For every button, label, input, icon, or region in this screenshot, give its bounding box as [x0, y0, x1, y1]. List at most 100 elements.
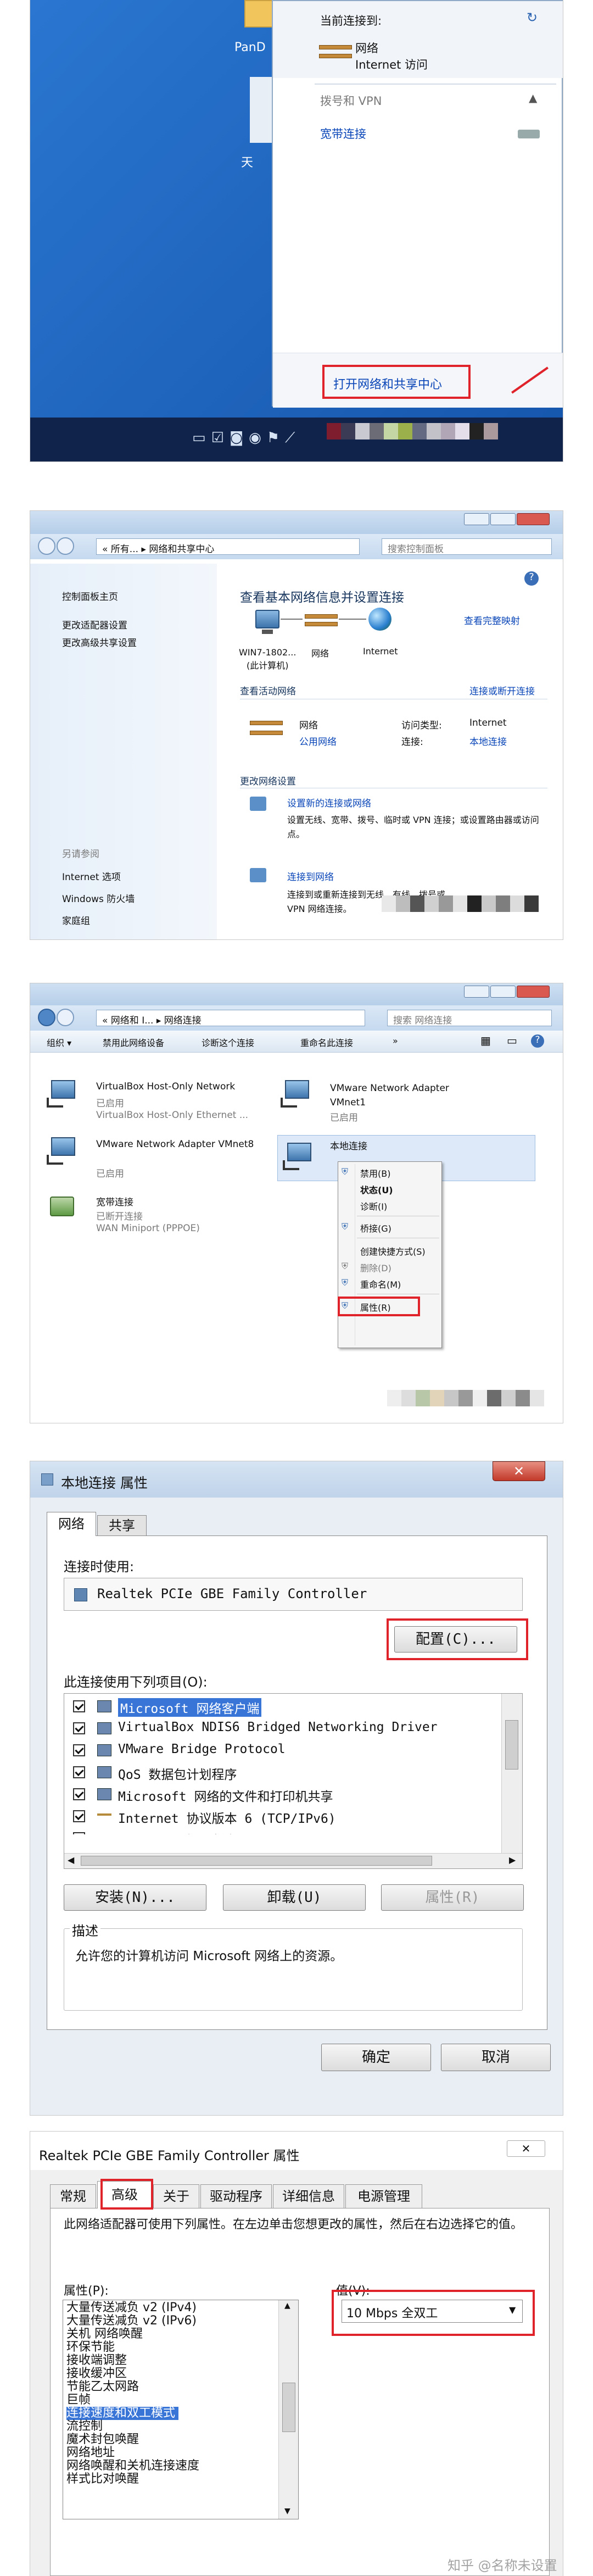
properties-button[interactable]: 属性(R) [381, 1884, 524, 1911]
toolbar: 组织 ▾ 禁用此网络设备 诊断这个连接 重命名此连接 » ▦ ▭ ? [30, 1031, 563, 1053]
menu-diagnose[interactable]: 诊断(I) [360, 1199, 387, 1212]
preview-icon[interactable]: ▭ [507, 1034, 517, 1047]
tab-about[interactable]: 关于 [153, 2184, 199, 2208]
pixelated-region [382, 895, 539, 912]
connect-disconnect[interactable]: 连接或断开连接 [469, 683, 535, 697]
toolbar-disable[interactable]: 禁用此网络设备 [103, 1036, 164, 1049]
toolbar-rename[interactable]: 重命名此连接 [300, 1036, 353, 1049]
list-item[interactable]: 巨帧 [66, 2394, 91, 2407]
menu-status[interactable]: 状态(U) [360, 1183, 393, 1196]
menu-shortcut[interactable]: 创建快捷方式(S) [360, 1244, 426, 1258]
toolbar-diagnose[interactable]: 诊断这个连接 [202, 1036, 254, 1049]
scroll-down-icon[interactable]: ▼ [284, 2507, 290, 2516]
tray-icons[interactable]: ▭☑◙◉⚑⟋ [192, 430, 300, 447]
toolbar-organize[interactable]: 组织 ▾ [47, 1036, 71, 1049]
scroll-up-icon[interactable]: ▲ [284, 2301, 290, 2310]
minimize-button[interactable] [464, 513, 489, 525]
adapter-name[interactable]: 宽带连接 [96, 1194, 133, 1208]
tab-sharing[interactable]: 共享 [97, 1515, 147, 1536]
broadband-connection[interactable]: 宽带连接 [320, 125, 366, 142]
list-item[interactable]: 环保节能 [66, 2341, 115, 2354]
view-full-map[interactable]: 查看完整映射 [464, 613, 520, 627]
search-box[interactable]: 搜索控制面板 [382, 538, 552, 555]
homegroup-link[interactable]: 家庭组 [62, 913, 90, 927]
maximize-button[interactable] [490, 986, 516, 998]
close-button[interactable]: ✕ [493, 1461, 545, 1481]
list-item[interactable]: 大量传送减负 v2 (IPv6) [66, 2314, 197, 2328]
vertical-scrollbar[interactable]: ▲ ▼ [278, 2300, 298, 2519]
list-item[interactable]: 网络唤醒和关机连接速度 [66, 2460, 199, 2473]
refresh-icon[interactable]: ↻ [527, 10, 538, 25]
horizontal-scrollbar[interactable]: ◀ ▶ [64, 1853, 522, 1868]
close-button[interactable]: ✕ [507, 2140, 545, 2157]
connect-network-link[interactable]: 连接到网络 [287, 869, 334, 883]
search-box[interactable]: 搜索 网络连接 [387, 1010, 552, 1026]
menu-bridge[interactable]: 桥接(G) [360, 1221, 391, 1234]
adapter-name[interactable]: VMware Network Adapter VMnet8 [96, 1137, 255, 1151]
uninstall-button[interactable]: 卸载(U) [223, 1884, 366, 1911]
toolbar-more[interactable]: » [393, 1036, 398, 1046]
adapter-name[interactable]: 本地连接 [330, 1138, 367, 1152]
list-item[interactable]: 节能乙太网路 [66, 2380, 139, 2394]
view-icon[interactable]: ▦ [480, 1034, 491, 1047]
collapse-icon[interactable]: ▲ [529, 91, 537, 104]
list-item[interactable]: 关机 网络唤醒 [66, 2328, 143, 2341]
scroll-right-icon[interactable]: ▶ [509, 1855, 516, 1865]
forward-button[interactable] [57, 1009, 74, 1026]
list-item[interactable]: VMware Bridge Protocol [64, 1740, 498, 1762]
tab-general[interactable]: 常规 [50, 2184, 96, 2208]
firewall-link[interactable]: Windows 防火墙 [62, 891, 135, 905]
menu-disable[interactable]: 禁用(B) [360, 1166, 390, 1179]
minimize-button[interactable] [464, 986, 489, 998]
service-icon [97, 1766, 111, 1778]
cancel-button[interactable]: 取消 [441, 2044, 551, 2071]
list-item-selected[interactable]: 连接速度和双工模式 [66, 2407, 179, 2420]
menu-rename[interactable]: 重命名(M) [360, 1277, 401, 1290]
maximize-button[interactable] [490, 513, 516, 525]
control-panel-home[interactable]: 控制面板主页 [62, 589, 118, 603]
back-button[interactable] [38, 537, 55, 555]
tab-details[interactable]: 详细信息 [273, 2184, 344, 2208]
list-item[interactable]: Microsoft 网络的文件和打印机共享 [64, 1784, 498, 1806]
list-item[interactable]: 网络地址 [66, 2446, 115, 2460]
path-box[interactable]: « 网络和 I... ▸ 网络连接 [96, 1010, 365, 1026]
list-item[interactable]: Microsoft 网络客户端 [64, 1696, 498, 1718]
vertical-scrollbar[interactable] [501, 1694, 522, 1859]
tab-power[interactable]: 电源管理 [345, 2184, 422, 2208]
scroll-left-icon[interactable]: ◀ [68, 1855, 74, 1865]
change-sharing-settings[interactable]: 更改高级共享设置 [62, 635, 137, 649]
highlight-box [387, 1618, 528, 1660]
list-item[interactable]: 样式比对唤醒 [66, 2473, 139, 2486]
help-icon[interactable]: ? [531, 1034, 544, 1048]
adapter-name[interactable]: VMware Network Adapter VMnet1 [330, 1081, 473, 1110]
flyout-header: 当前连接到: [320, 14, 382, 27]
menu-delete[interactable]: 删除(D) [360, 1261, 391, 1274]
setup-connection-link[interactable]: 设置新的连接或网络 [287, 795, 371, 809]
list-item[interactable]: Internet 协议版本 4 (TCP/IPv4) [64, 1828, 498, 1834]
path-box[interactable]: « 所有... ▸ 网络和共享中心 [96, 538, 360, 555]
list-item[interactable]: Internet 协议版本 6 (TCP/IPv6) [64, 1806, 498, 1828]
back-button[interactable] [38, 1009, 55, 1026]
help-icon[interactable]: ? [524, 571, 539, 586]
adapter-name[interactable]: VirtualBox Host-Only Network [96, 1081, 235, 1092]
list-item[interactable]: 接收缓冲区 [66, 2367, 127, 2380]
list-item[interactable]: 大量传送减负 v2 (IPv4) [66, 2301, 197, 2314]
list-item[interactable]: 接收端调整 [66, 2354, 127, 2367]
close-button[interactable] [517, 513, 550, 525]
shield-icon: ⛨ [342, 1221, 349, 1232]
close-button[interactable] [517, 986, 550, 998]
tab-driver[interactable]: 驱动程序 [200, 2184, 272, 2208]
forward-button[interactable] [57, 537, 74, 555]
local-connection-link[interactable]: 本地连接 [469, 734, 507, 748]
install-button[interactable]: 安装(N)... [64, 1884, 206, 1911]
list-item[interactable]: QoS 数据包计划程序 [64, 1762, 498, 1784]
ok-button[interactable]: 确定 [321, 2044, 431, 2071]
list-item[interactable]: 流控制 [66, 2420, 103, 2433]
list-item[interactable]: 魔术封包唤醒 [66, 2433, 139, 2446]
tab-network[interactable]: 网络 [47, 1512, 96, 1536]
current-network-status: Internet 访问 [355, 58, 428, 71]
internet-options-link[interactable]: Internet 选项 [62, 869, 121, 883]
change-adapter-settings[interactable]: 更改适配器设置 [62, 617, 127, 631]
public-network-link[interactable]: 公用网络 [299, 734, 337, 748]
list-item[interactable]: VirtualBox NDIS6 Bridged Networking Driv… [64, 1718, 498, 1740]
